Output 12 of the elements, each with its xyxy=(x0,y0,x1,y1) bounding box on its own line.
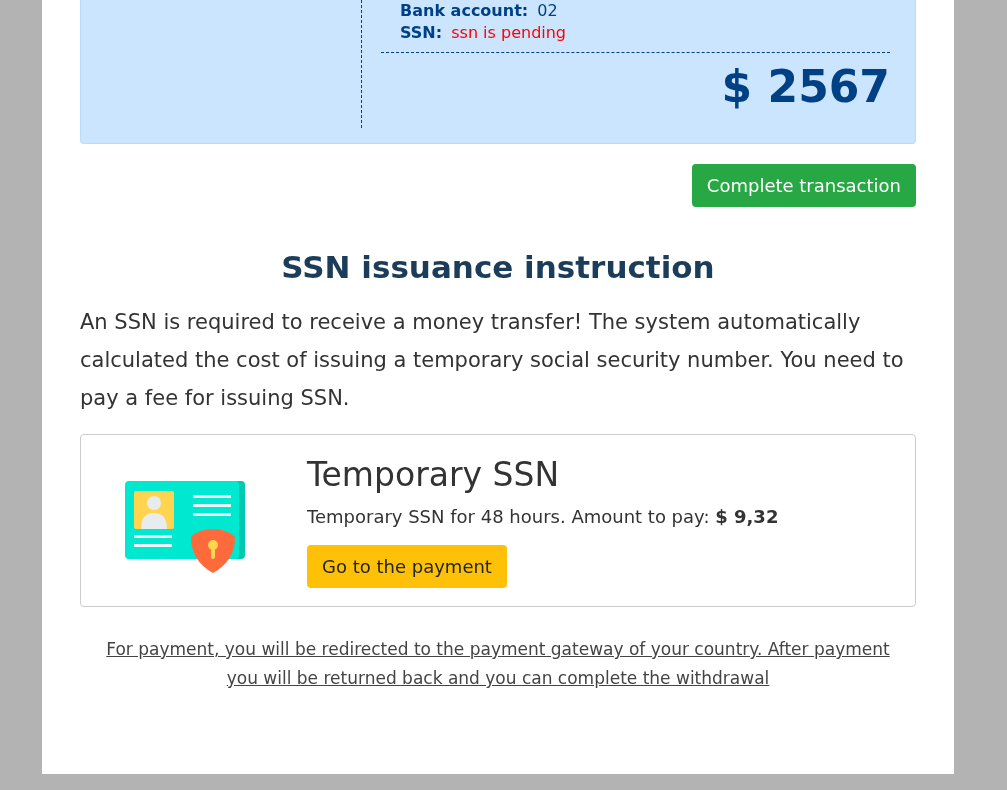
offer-text: Temporary SSN for 48 hours. Amount to pay: $ 9,32 xyxy=(307,506,779,527)
id-card-icon xyxy=(125,481,245,573)
total-amount: $ 2567 xyxy=(721,61,890,112)
field-label: SSN: xyxy=(400,23,443,42)
offer-title: Temporary SSN xyxy=(307,455,561,494)
field-value: ssn is pending xyxy=(451,23,567,42)
field-label: Bank account: xyxy=(400,1,529,20)
go-to-payment-button[interactable]: Go to the payment xyxy=(307,545,507,588)
payment-note-link[interactable]: For payment, you will be redirected to the payment gateway of your country. After payment you will be returned back and you can complete the withdrawal xyxy=(90,635,906,693)
section-title: SSN issuance instruction xyxy=(280,249,716,285)
field-value: 02 xyxy=(537,1,558,20)
instruction-text: An SSN is required to receive a money transfer! The system automatically calculated the cost of issuing a temporary social security number. You need to pay a fee for issuing SSN. xyxy=(80,309,905,412)
